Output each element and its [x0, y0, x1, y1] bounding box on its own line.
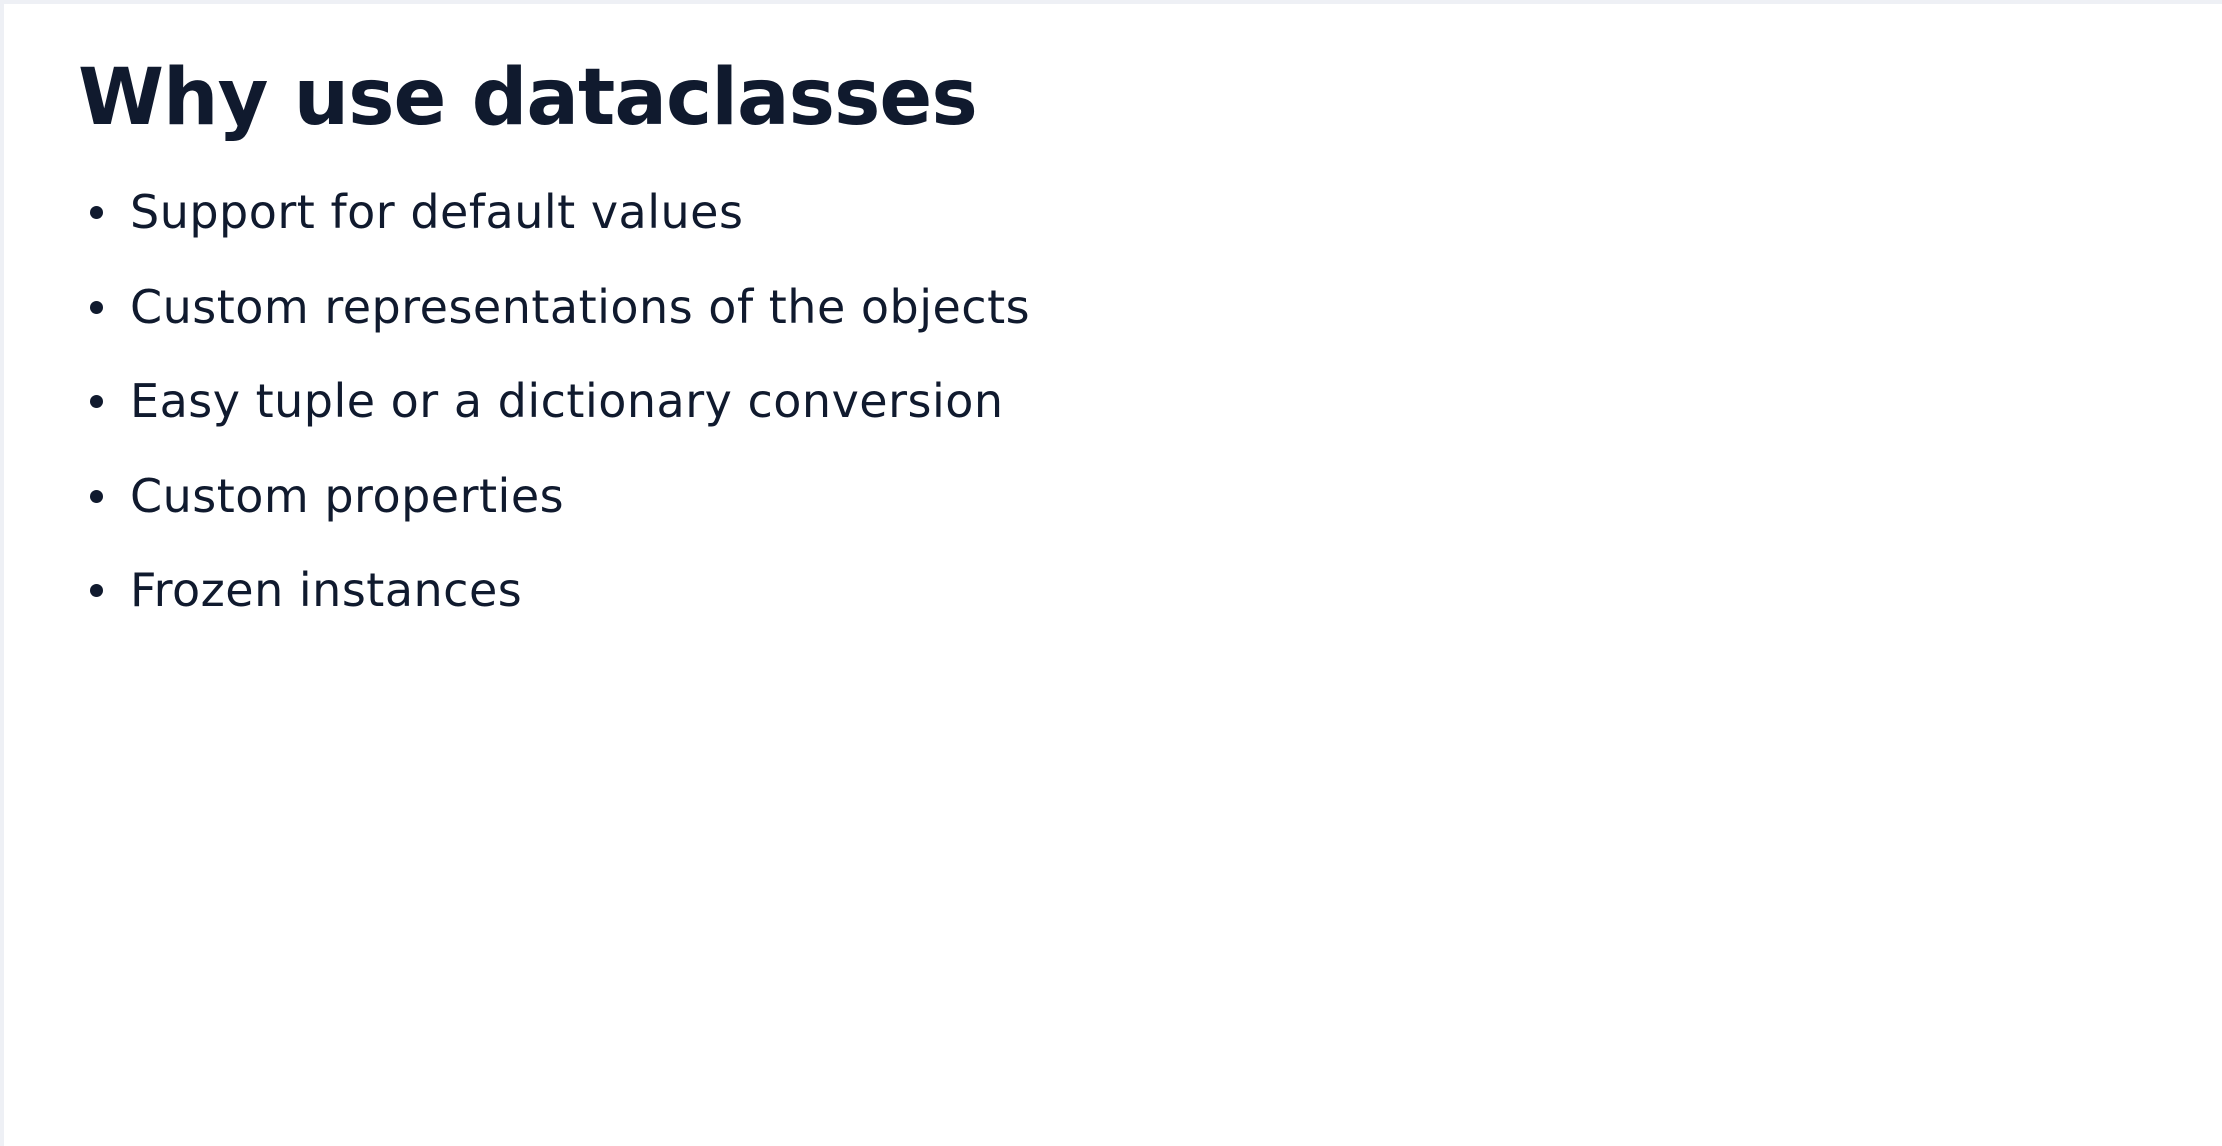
slide-title: Why use dataclasses: [78, 53, 978, 143]
list-item: Frozen instances: [90, 558, 1030, 653]
list-item: Support for default values: [90, 180, 1030, 275]
bullet-icon: [90, 489, 103, 503]
bullet-icon: [90, 300, 103, 314]
list-item-text: Easy tuple or a dictionary conversion: [130, 374, 1004, 428]
list-item: Custom properties: [90, 464, 1030, 559]
bullet-icon: [90, 206, 103, 219]
list-item-text: Custom properties: [130, 468, 565, 523]
bullet-icon: [90, 395, 103, 408]
list-item: Easy tuple or a dictionary conversion: [90, 369, 1030, 464]
list-item-text: Support for default values: [130, 185, 744, 239]
list-item-text: Custom representations of the objects: [130, 279, 1031, 334]
slide: Why use dataclasses Support for default …: [4, 4, 2222, 1146]
list-item-text: Frozen instances: [130, 563, 523, 617]
bullet-list: Support for default values Custom repres…: [90, 180, 1030, 653]
bullet-icon: [90, 584, 103, 597]
list-item: Custom representations of the objects: [90, 275, 1030, 370]
